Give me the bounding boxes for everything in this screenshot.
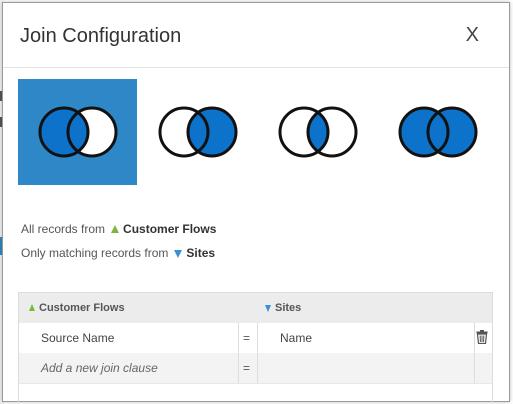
join-type-full-outer[interactable] [378, 79, 497, 185]
triangle-up-icon [111, 225, 120, 233]
grid-header-right-label: Sites [275, 302, 302, 314]
column-divider [238, 323, 239, 383]
triangle-up-icon [29, 304, 35, 311]
join-configuration-dialog: Join Configuration X All records from Cu… [2, 2, 510, 403]
join-type-selector [18, 79, 498, 185]
grid-header-left-label: Customer Flows [39, 302, 125, 314]
dialog-title: Join Configuration [20, 25, 182, 47]
summary-entity-left: Customer Flows [123, 222, 217, 236]
grid-header-left: Customer Flows [29, 302, 125, 314]
join-type-inner[interactable] [258, 79, 377, 185]
join-type-left-outer[interactable] [18, 79, 137, 185]
grid-header-right: Sites [265, 302, 301, 314]
venn-right-icon [158, 106, 237, 158]
summary-line-matching: Only matching records from Sites [21, 245, 216, 269]
venn-full-icon [398, 106, 477, 158]
add-join-clause-input[interactable]: Add a new join clause [41, 361, 158, 375]
summary-prefix: Only matching records from [21, 246, 169, 260]
join-operator: = [243, 361, 251, 375]
join-summary: All records from Customer Flows Only matc… [21, 221, 216, 269]
column-divider [474, 323, 475, 383]
summary-line-all: All records from Customer Flows [21, 221, 216, 245]
column-divider [257, 323, 258, 383]
grid-header: Customer Flows Sites [19, 293, 492, 323]
triangle-down-icon [174, 250, 183, 258]
venn-inner-icon [278, 106, 357, 158]
join-clause-grid: Customer Flows Sites Source Name = Name [18, 292, 493, 403]
summary-entity-right: Sites [186, 246, 216, 260]
dialog-header: Join Configuration X [3, 3, 509, 68]
venn-left-icon [38, 106, 117, 158]
join-clause-row[interactable]: Source Name = Name [19, 323, 492, 353]
grid-bottom-border [19, 383, 492, 384]
new-join-clause-row[interactable]: Add a new join clause = [19, 353, 492, 383]
left-field[interactable]: Source Name [41, 331, 114, 345]
triangle-down-icon [265, 305, 271, 312]
close-button[interactable]: X [466, 25, 479, 45]
summary-prefix: All records from [21, 222, 106, 236]
join-operator: = [243, 331, 251, 345]
right-field[interactable]: Name [280, 331, 312, 345]
join-type-right-outer[interactable] [138, 79, 257, 185]
trash-icon[interactable] [476, 330, 488, 347]
